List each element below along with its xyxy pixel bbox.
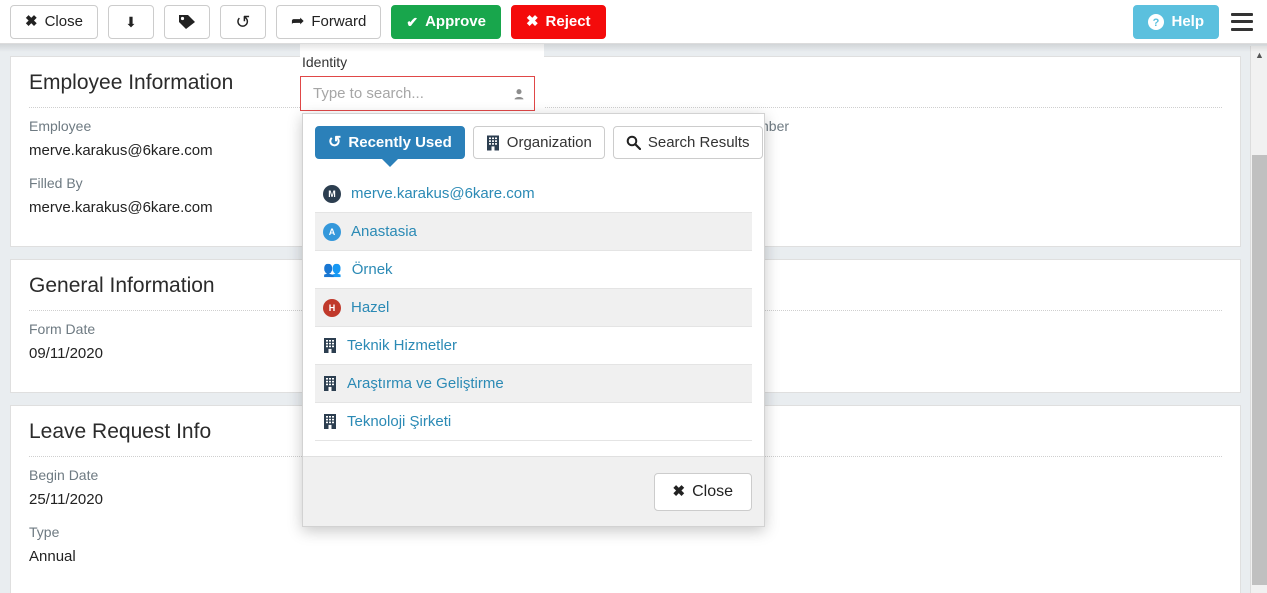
list-item[interactable]: M merve.karakus@6kare.com: [315, 175, 752, 213]
scroll-up-arrow-icon[interactable]: ▲: [1251, 46, 1267, 63]
group-icon: 👥: [323, 261, 342, 278]
hamburger-menu-icon[interactable]: [1231, 12, 1253, 31]
list-item-label: Örnek: [351, 261, 393, 278]
tab-organization[interactable]: Organization: [472, 126, 605, 159]
identity-search-input[interactable]: [311, 84, 514, 103]
svg-text:?: ?: [1153, 17, 1160, 29]
reject-x-icon: ✖: [525, 13, 539, 30]
picker-footer: ✖ Close: [303, 456, 764, 526]
tag-button[interactable]: [163, 4, 210, 39]
close-button-label: Close: [44, 13, 83, 30]
list-item[interactable]: 👥 Örnek: [315, 251, 752, 289]
list-item[interactable]: A Anastasia: [315, 213, 752, 251]
download-icon: ⬇: [125, 13, 137, 30]
vertical-scrollbar[interactable]: ▲: [1250, 46, 1267, 593]
tab-search-results[interactable]: Search Results: [612, 126, 763, 159]
picker-tab-bar: ↺ Recently Used Organization Search Resu…: [303, 114, 764, 169]
avatar: H: [323, 298, 341, 317]
tab-recently-used-label: Recently Used: [348, 134, 452, 151]
identity-label: Identity: [302, 54, 348, 70]
history-icon: ↺: [328, 133, 342, 151]
close-icon: ✖: [25, 13, 38, 30]
field-type: Type Annual: [29, 524, 484, 565]
approve-button[interactable]: ✔ Approve: [391, 4, 501, 39]
tag-icon: [178, 14, 195, 29]
tab-search-results-label: Search Results: [647, 134, 750, 151]
forward-button[interactable]: ➦ Forward: [275, 4, 382, 39]
approve-button-label: Approve: [425, 13, 486, 30]
list-item-label: Araştırma ve Geliştirme: [347, 375, 504, 392]
list-item[interactable]: H Hazel: [315, 289, 752, 327]
building-icon: [486, 135, 499, 150]
building-icon: [324, 376, 336, 391]
field-value-type: Annual: [29, 548, 76, 565]
help-button-label: Help: [1171, 13, 1204, 30]
help-button[interactable]: ? Help: [1133, 4, 1219, 39]
app-root: ✖ Close ⬇ ↺ ➦ Forward ✔ Approve ✖ Reject…: [0, 0, 1267, 593]
list-item-label: Teknik Hizmetler: [347, 337, 458, 354]
close-icon: ✖: [672, 483, 686, 500]
building-icon: [324, 338, 336, 353]
building-icon: [324, 414, 336, 429]
list-item[interactable]: Teknik Hizmetler: [315, 327, 752, 365]
picker-close-button[interactable]: ✖ Close: [653, 472, 752, 511]
close-button[interactable]: ✖ Close: [10, 4, 98, 39]
top-toolbar: ✖ Close ⬇ ↺ ➦ Forward ✔ Approve ✖ Reject…: [0, 0, 1267, 44]
tab-organization-label: Organization: [506, 134, 592, 151]
forward-button-label: Forward: [311, 13, 367, 30]
list-item[interactable]: Teknoloji Şirketi: [315, 403, 752, 441]
identity-field-overlay: Identity: [300, 44, 544, 111]
person-icon: [514, 88, 524, 99]
question-circle-icon: ?: [1148, 13, 1165, 30]
list-item[interactable]: Araştırma ve Geliştirme: [315, 365, 752, 403]
identity-input-box[interactable]: [300, 76, 535, 111]
panel-title-employee-information: Employee Information: [29, 57, 1222, 108]
toolbar-right-group: ? Help: [1133, 4, 1257, 39]
history-icon: ↺: [235, 11, 251, 32]
scrollbar-thumb[interactable]: [1252, 155, 1267, 585]
avatar: M: [323, 184, 341, 203]
search-icon: [626, 135, 641, 150]
history-button[interactable]: ↺: [219, 4, 266, 39]
list-item-label: Teknoloji Şirketi: [347, 413, 452, 430]
toolbar-left-group: ✖ Close ⬇ ↺ ➦ Forward ✔ Approve ✖ Reject: [10, 4, 606, 39]
list-item-label: Hazel: [351, 299, 390, 316]
download-button[interactable]: ⬇: [107, 4, 154, 39]
avatar: A: [323, 222, 341, 241]
check-icon: ✔: [406, 13, 419, 30]
reject-button-label: Reject: [545, 13, 591, 30]
list-item-label: merve.karakus@6kare.com: [351, 185, 535, 202]
identity-picker-popup: ↺ Recently Used Organization Search Resu…: [302, 113, 765, 527]
forward-arrow-icon: ➦: [290, 12, 305, 30]
list-item-label: Anastasia: [351, 223, 417, 240]
picker-close-label: Close: [692, 482, 733, 500]
reject-button[interactable]: ✖ Reject: [510, 4, 606, 39]
picker-item-list: M merve.karakus@6kare.com A Anastasia 👥 …: [303, 169, 764, 456]
tab-recently-used[interactable]: ↺ Recently Used: [315, 126, 465, 167]
